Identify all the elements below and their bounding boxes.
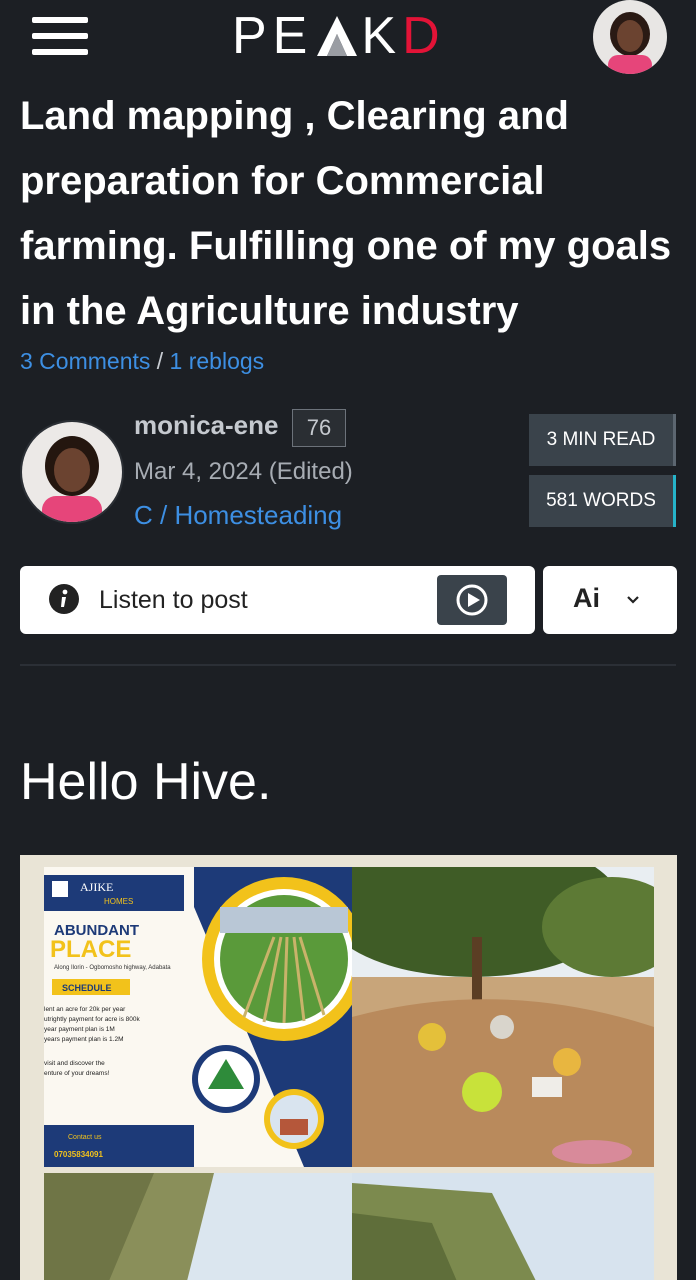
workers-photo — [352, 867, 654, 1167]
flyer-brand-line1: AJIKE — [80, 880, 113, 894]
flyer-phone: 07035834091 — [54, 1150, 103, 1159]
flyer-address: Along Ilorin - Ogbomosho highway, Adabat… — [54, 965, 171, 971]
play-circle-icon — [456, 584, 488, 616]
post-date: Mar 4, 2024 (Edited) — [134, 458, 353, 485]
reblogs-link[interactable]: 1 reblogs — [170, 348, 265, 374]
flyer-line6: enture of your dreams! — [44, 1070, 110, 1077]
ai-label: Ai — [573, 583, 600, 613]
author-avatar[interactable] — [20, 420, 124, 524]
post-meta-links: 3 Comments / 1 reblogs — [20, 348, 264, 375]
comments-link[interactable]: 3 Comments — [20, 348, 150, 374]
word-count-badge: 581 WORDS — [529, 475, 676, 527]
logo-a-mark-icon — [317, 16, 358, 56]
flyer-line2: utrightly payment for acre is 800k — [44, 1016, 140, 1023]
flyer-headline2: PLACE — [50, 936, 131, 963]
flyer-schedule: SCHEDULE — [62, 983, 112, 993]
play-button[interactable] — [437, 575, 507, 625]
community-link[interactable]: C / Homesteading — [134, 500, 342, 531]
read-time-badge: 3 MIN READ — [529, 414, 676, 466]
peakd-logo[interactable]: PE KD — [232, 7, 446, 65]
user-avatar[interactable] — [593, 0, 667, 74]
hamburger-menu-icon[interactable] — [32, 16, 88, 56]
content-divider — [20, 664, 676, 666]
listen-to-post-bar: Listen to post — [20, 566, 535, 634]
post-greeting: Hello Hive. — [20, 753, 272, 811]
ai-dropdown-button[interactable]: Ai — [543, 566, 677, 634]
post-image-collage[interactable]: AJIKE HOMES ABUNDANT PLACE Along Ilorin … — [20, 855, 677, 1280]
flyer-line3: year payment plan is 1M — [44, 1026, 115, 1033]
info-icon — [49, 584, 79, 614]
top-navbar: PE KD — [0, 0, 696, 80]
reputation-badge: 76 — [292, 409, 346, 447]
meta-separator: / — [156, 348, 164, 374]
field-photo-right — [352, 1173, 654, 1280]
ajike-homes-flyer: AJIKE HOMES ABUNDANT PLACE Along Ilorin … — [44, 867, 370, 1167]
chevron-down-icon — [627, 596, 639, 604]
flyer-brand-line2: HOMES — [104, 897, 133, 906]
post-title: Land mapping , Clearing and preparation … — [20, 94, 672, 333]
author-name[interactable]: monica-ene — [134, 410, 279, 441]
flyer-contact-label: Contact us — [68, 1134, 102, 1141]
field-photo-left — [44, 1173, 370, 1280]
listen-label: Listen to post — [99, 586, 248, 614]
flyer-line5: visit and discover the — [44, 1060, 105, 1067]
flyer-line1: lent an acre for 20k per year — [44, 1006, 126, 1013]
flyer-line4: years payment plan is 1.2M — [44, 1036, 123, 1043]
